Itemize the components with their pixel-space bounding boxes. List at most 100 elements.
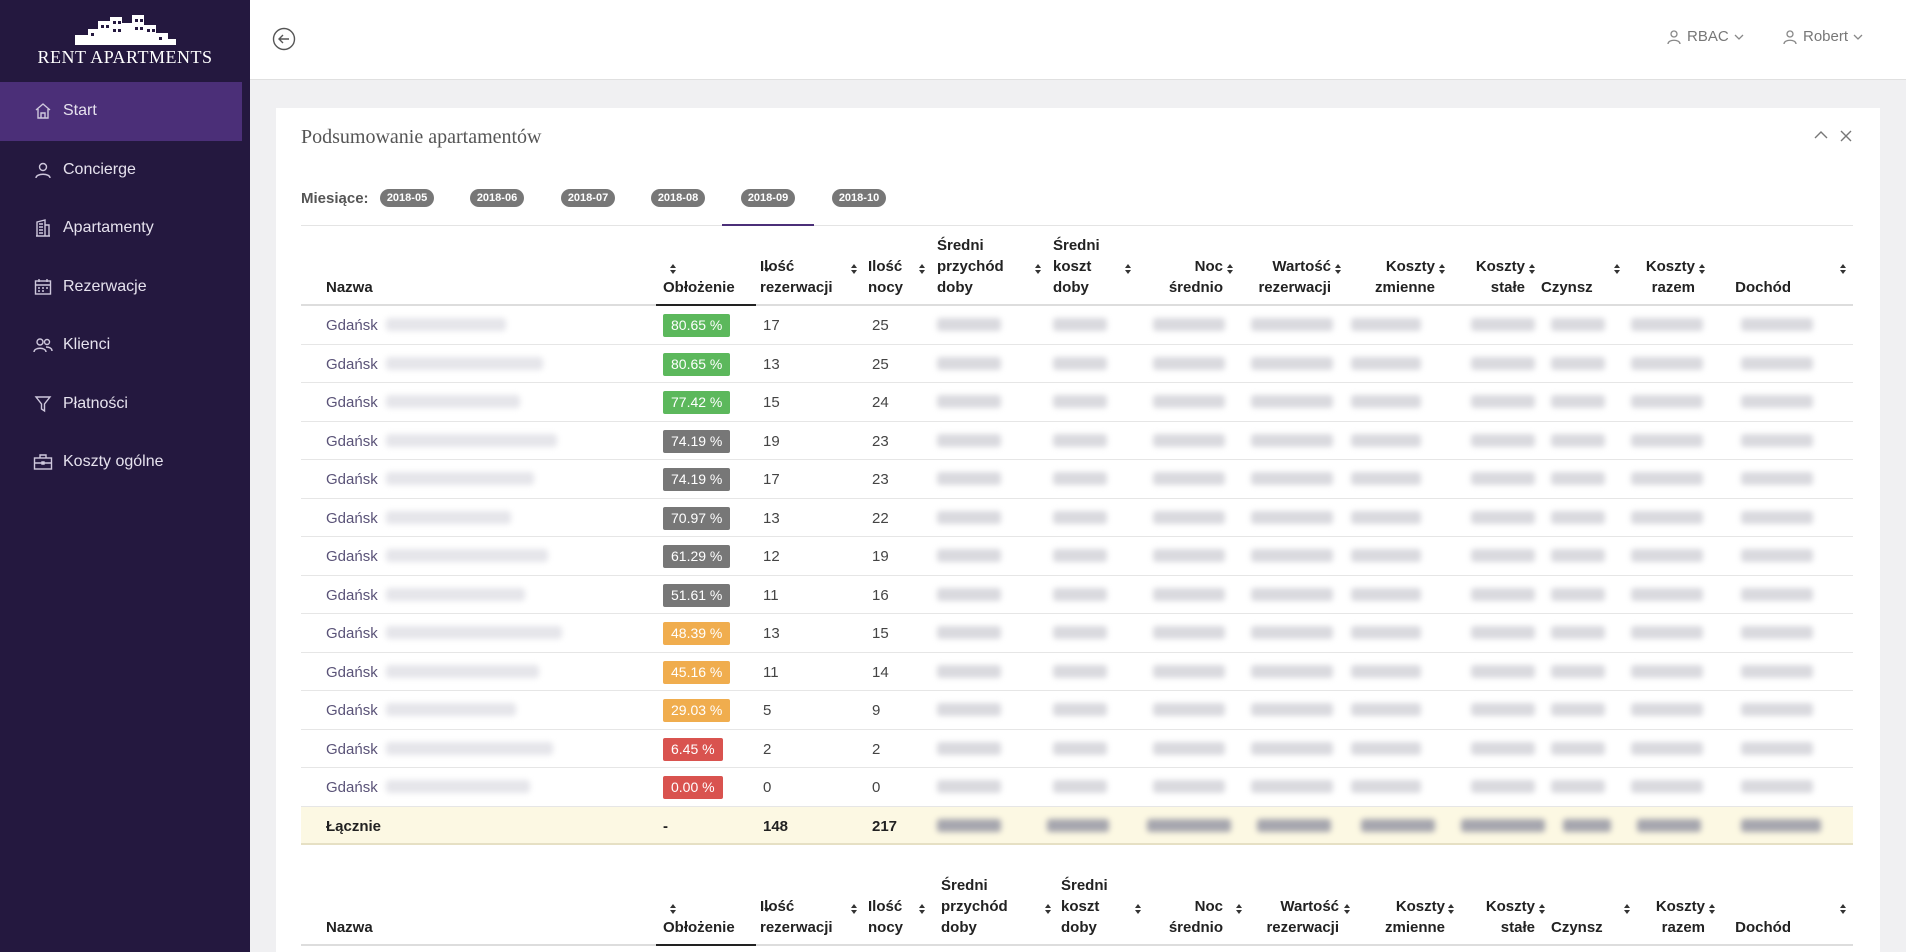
tab-month-2018-06[interactable]: 2018-06 bbox=[451, 178, 543, 226]
tab-month-2018-05[interactable]: 2018-05 bbox=[361, 178, 453, 226]
table-row[interactable]: Gdańsk 45.16 % 11 14 bbox=[301, 653, 1853, 691]
sidebar-item-rezerwacje[interactable]: Rezerwacje bbox=[0, 258, 250, 317]
redacted-value bbox=[1251, 472, 1333, 485]
table-row[interactable]: Gdańsk 74.19 % 17 23 bbox=[301, 460, 1853, 499]
col-header-sredni-przychod[interactable]: Średni przychód doby bbox=[937, 235, 1004, 298]
sort-icon[interactable] bbox=[1226, 262, 1234, 274]
sort-icon[interactable] bbox=[1438, 262, 1446, 274]
sort-icon[interactable] bbox=[1235, 902, 1243, 914]
table-row[interactable]: Gdańsk 29.03 % 5 9 bbox=[301, 691, 1853, 730]
brand-logo[interactable]: RENT APARTMENTS bbox=[0, 0, 250, 82]
table-row[interactable]: Gdańsk 77.42 % 15 24 bbox=[301, 383, 1853, 422]
sidebar-item-koszty-ogolne[interactable]: Koszty ogólne bbox=[0, 433, 250, 492]
col-header-oblozenie[interactable]: Obłożenie bbox=[663, 917, 735, 938]
sidebar-item-start[interactable]: Start bbox=[0, 82, 242, 141]
sort-icon[interactable] bbox=[669, 262, 677, 274]
rbac-menu-label: RBAC bbox=[1687, 28, 1729, 45]
col-header-dochod[interactable]: Dochód bbox=[1701, 277, 1791, 298]
apartment-name[interactable]: Gdańsk bbox=[326, 471, 378, 488]
tab-month-2018-09[interactable]: 2018-09 bbox=[722, 178, 814, 226]
col-header-nazwa[interactable]: Nazwa bbox=[326, 917, 373, 938]
apartment-name[interactable]: Gdańsk bbox=[326, 702, 378, 719]
sort-icon[interactable] bbox=[1698, 262, 1706, 274]
nights-count: 25 bbox=[872, 355, 889, 373]
col-header-wartosc-rezerwacji[interactable]: Wartość rezerwacji bbox=[1251, 896, 1339, 938]
sidebar-item-apartamenty[interactable]: Apartamenty bbox=[0, 199, 250, 258]
sort-icon[interactable] bbox=[1839, 902, 1847, 914]
sort-icon[interactable] bbox=[1538, 902, 1546, 914]
col-header-czynsz[interactable]: Czynsz bbox=[1541, 277, 1593, 298]
sort-icon[interactable] bbox=[1343, 902, 1351, 914]
redacted-address bbox=[386, 510, 511, 524]
table-row[interactable]: Gdańsk 51.61 % 11 16 bbox=[301, 576, 1853, 614]
tab-month-2018-10[interactable]: 2018-10 bbox=[813, 178, 905, 226]
table-row[interactable]: Gdańsk 80.65 % 17 25 bbox=[301, 306, 1853, 345]
col-header-koszty-razem[interactable]: Koszty razem bbox=[1611, 256, 1695, 298]
apartment-name[interactable]: Gdańsk bbox=[326, 356, 378, 373]
sort-icon[interactable] bbox=[669, 902, 677, 914]
col-header-ilosc-rezerwacji[interactable]: Ilość rezerwacji bbox=[760, 256, 833, 298]
table-row[interactable]: Gdańsk 70.97 % 13 22 bbox=[301, 499, 1853, 537]
sort-icon[interactable] bbox=[850, 902, 858, 914]
table-row[interactable]: Gdańsk 48.39 % 13 15 bbox=[301, 614, 1853, 653]
col-header-wartosc-rezerwacji[interactable]: Wartość rezerwacji bbox=[1243, 256, 1331, 298]
col-header-koszty-stale[interactable]: Koszty stałe bbox=[1471, 896, 1535, 938]
apartment-name[interactable]: Gdańsk bbox=[326, 394, 378, 411]
user-menu[interactable]: Robert bbox=[1782, 28, 1863, 45]
apartment-name[interactable]: Gdańsk bbox=[326, 664, 378, 681]
col-header-ilosc-nocy[interactable]: Ilość nocy bbox=[868, 256, 903, 298]
close-button[interactable] bbox=[1840, 130, 1852, 142]
col-header-koszty-stale[interactable]: Koszty stałe bbox=[1461, 256, 1525, 298]
table-row[interactable]: Gdańsk 6.45 % 2 2 bbox=[301, 730, 1853, 768]
apartment-name[interactable]: Gdańsk bbox=[326, 625, 378, 642]
apartment-name[interactable]: Gdańsk bbox=[326, 587, 378, 604]
apartment-name[interactable]: Gdańsk bbox=[326, 548, 378, 565]
sidebar-item-platnosci[interactable]: Płatności bbox=[0, 375, 250, 434]
sort-icon[interactable] bbox=[850, 262, 858, 274]
redacted-value bbox=[1153, 510, 1225, 524]
col-header-koszty-zmienne[interactable]: Koszty zmienne bbox=[1361, 896, 1445, 938]
sort-icon[interactable] bbox=[1124, 262, 1132, 274]
sort-icon[interactable] bbox=[918, 902, 926, 914]
table-row[interactable]: Gdańsk 61.29 % 12 19 bbox=[301, 537, 1853, 576]
col-header-ilosc-rezerwacji[interactable]: Ilość rezerwacji bbox=[760, 896, 833, 938]
sort-icon[interactable] bbox=[1044, 902, 1052, 914]
redacted-address bbox=[386, 703, 516, 716]
col-header-dochod[interactable]: Dochód bbox=[1701, 917, 1791, 938]
col-header-nazwa[interactable]: Nazwa bbox=[326, 277, 373, 298]
sort-icon[interactable] bbox=[1334, 262, 1342, 274]
col-header-sredni-koszt[interactable]: Średni koszt doby bbox=[1053, 235, 1100, 298]
col-header-noc-srednio[interactable]: Noc średnio bbox=[1141, 896, 1223, 938]
apartment-name[interactable]: Gdańsk bbox=[326, 317, 378, 334]
table-row[interactable]: Gdańsk 74.19 % 19 23 bbox=[301, 422, 1853, 460]
table-row[interactable]: Gdańsk 80.65 % 13 25 bbox=[301, 345, 1853, 383]
back-button[interactable] bbox=[272, 27, 296, 51]
col-header-oblozenie[interactable]: Obłożenie bbox=[663, 277, 735, 298]
col-header-ilosc-nocy[interactable]: Ilość nocy bbox=[868, 896, 903, 938]
redacted-value bbox=[1471, 587, 1535, 601]
sort-icon[interactable] bbox=[1447, 902, 1455, 914]
apartment-name[interactable]: Gdańsk bbox=[326, 741, 378, 758]
col-header-sredni-przychod[interactable]: Średni przychód doby bbox=[941, 875, 1008, 938]
apartment-name[interactable]: Gdańsk bbox=[326, 433, 378, 450]
sort-icon[interactable] bbox=[1034, 262, 1042, 274]
sort-icon[interactable] bbox=[918, 262, 926, 274]
tab-month-2018-08[interactable]: 2018-08 bbox=[632, 178, 724, 226]
col-header-koszty-razem[interactable]: Koszty razem bbox=[1621, 896, 1705, 938]
collapse-button[interactable] bbox=[1814, 130, 1828, 142]
rbac-menu[interactable]: RBAC bbox=[1666, 28, 1744, 45]
sidebar-item-concierge[interactable]: Concierge bbox=[0, 141, 250, 200]
col-header-noc-srednio[interactable]: Noc średnio bbox=[1141, 256, 1223, 298]
tab-month-2018-07[interactable]: 2018-07 bbox=[542, 178, 634, 226]
table-row[interactable]: Gdańsk 0.00 % 0 0 bbox=[301, 768, 1853, 807]
sidebar-item-klienci[interactable]: Klienci bbox=[0, 316, 250, 375]
apartment-name[interactable]: Gdańsk bbox=[326, 779, 378, 796]
sort-icon[interactable] bbox=[1839, 262, 1847, 274]
col-header-koszty-zmienne[interactable]: Koszty zmienne bbox=[1351, 256, 1435, 298]
sort-icon[interactable] bbox=[1528, 262, 1536, 274]
occupancy-badge: 51.61 % bbox=[663, 583, 731, 607]
sort-icon[interactable] bbox=[1708, 902, 1716, 914]
col-header-sredni-koszt[interactable]: Średni koszt doby bbox=[1061, 875, 1108, 938]
col-header-czynsz[interactable]: Czynsz bbox=[1551, 917, 1603, 938]
apartment-name[interactable]: Gdańsk bbox=[326, 510, 378, 527]
